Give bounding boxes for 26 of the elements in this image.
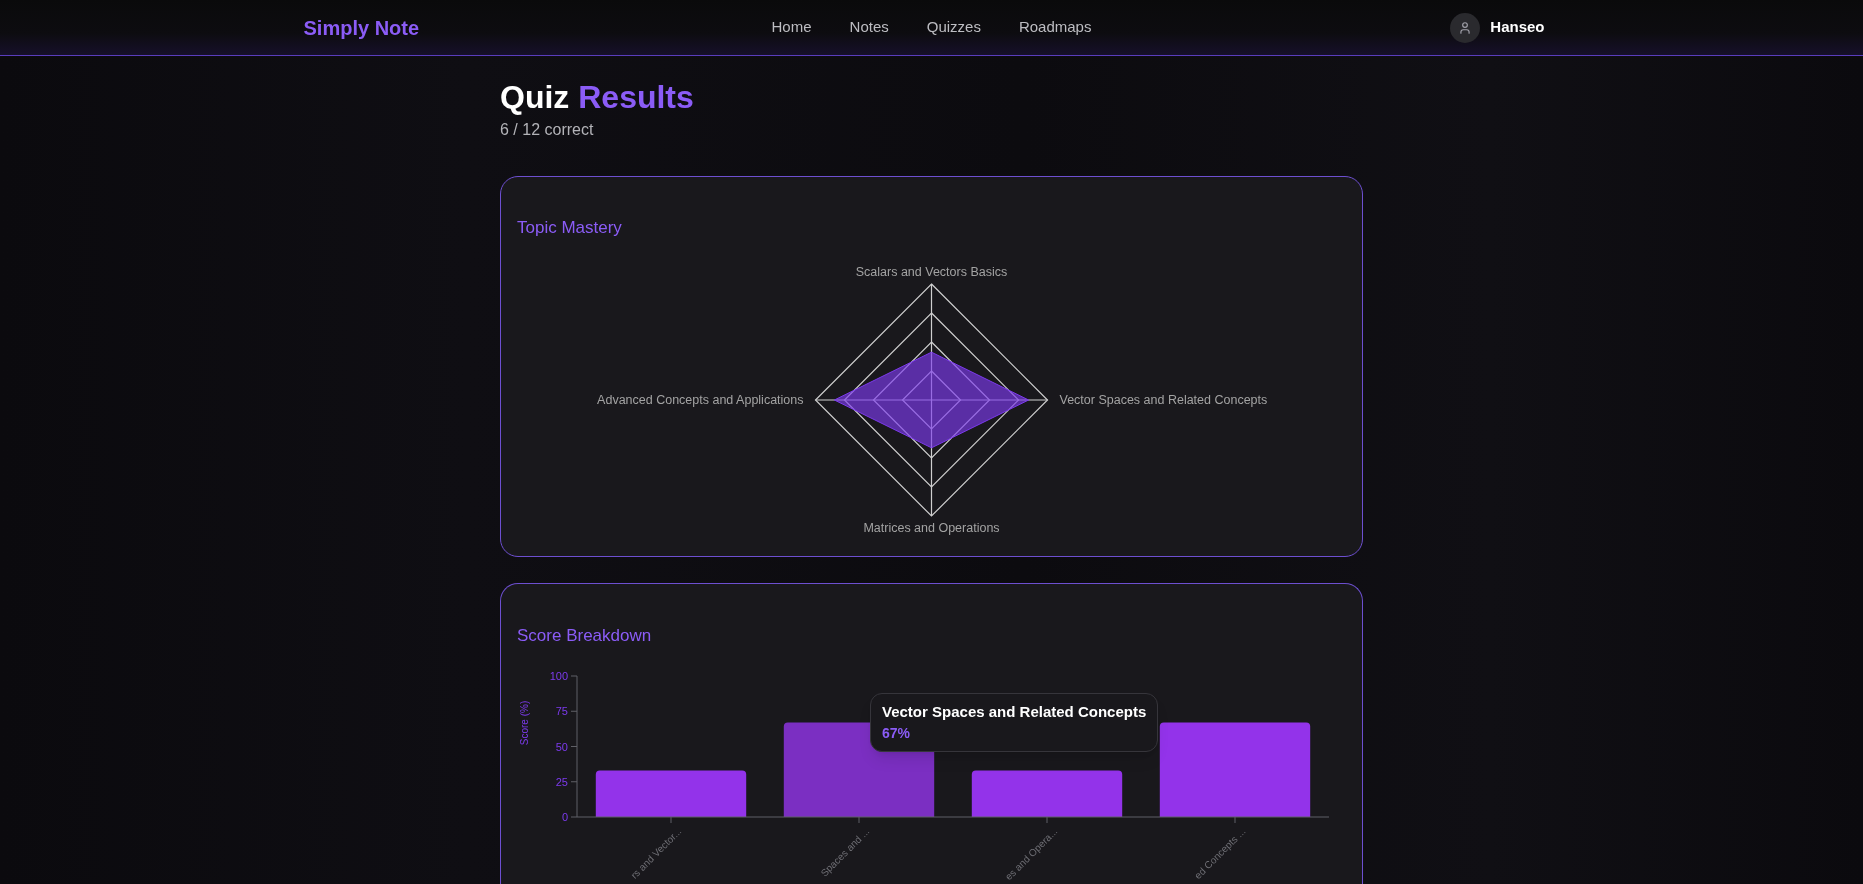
axis-tick-label: 50 [555, 740, 568, 753]
axis-title: Score (%) [518, 700, 530, 746]
radar-axis-label: Advanced Concepts and Applications [597, 393, 804, 407]
card-title: Topic Mastery [517, 217, 623, 239]
radar-axis-label: Matrices and Operations [863, 521, 1000, 535]
axis-tick-label: 25 [555, 775, 568, 788]
tooltip-value: 67% [882, 724, 912, 743]
radar-axis-label: Scalars and Vectors Basics [855, 265, 1008, 279]
user-avatar-icon[interactable] [1450, 12, 1481, 43]
bar[interactable] [971, 770, 1123, 817]
axis-tick-label: 0 [561, 811, 568, 823]
nav-link[interactable]: Quizzes [926, 16, 981, 39]
card-title: Score Breakdown [517, 625, 653, 647]
app-logo[interactable]: Simply Note [303, 12, 420, 43]
bar[interactable] [1159, 722, 1311, 817]
axis-tick-label: 100 [549, 670, 568, 682]
user-name[interactable]: Hanseo [1490, 16, 1545, 39]
nav-link[interactable]: Home [771, 16, 812, 39]
bar[interactable] [595, 770, 747, 817]
axis-tick-label: 75 [555, 705, 568, 718]
radar-axis-label: Vector Spaces and Related Concepts [1059, 393, 1268, 407]
page-title: Quiz Results [500, 78, 695, 117]
nav-link[interactable]: Notes [849, 16, 889, 39]
nav-link[interactable]: Roadmaps [1018, 16, 1092, 39]
page-subtitle: 6 / 12 correct [500, 120, 595, 140]
tooltip-title: Vector Spaces and Related Concepts [882, 702, 1147, 722]
